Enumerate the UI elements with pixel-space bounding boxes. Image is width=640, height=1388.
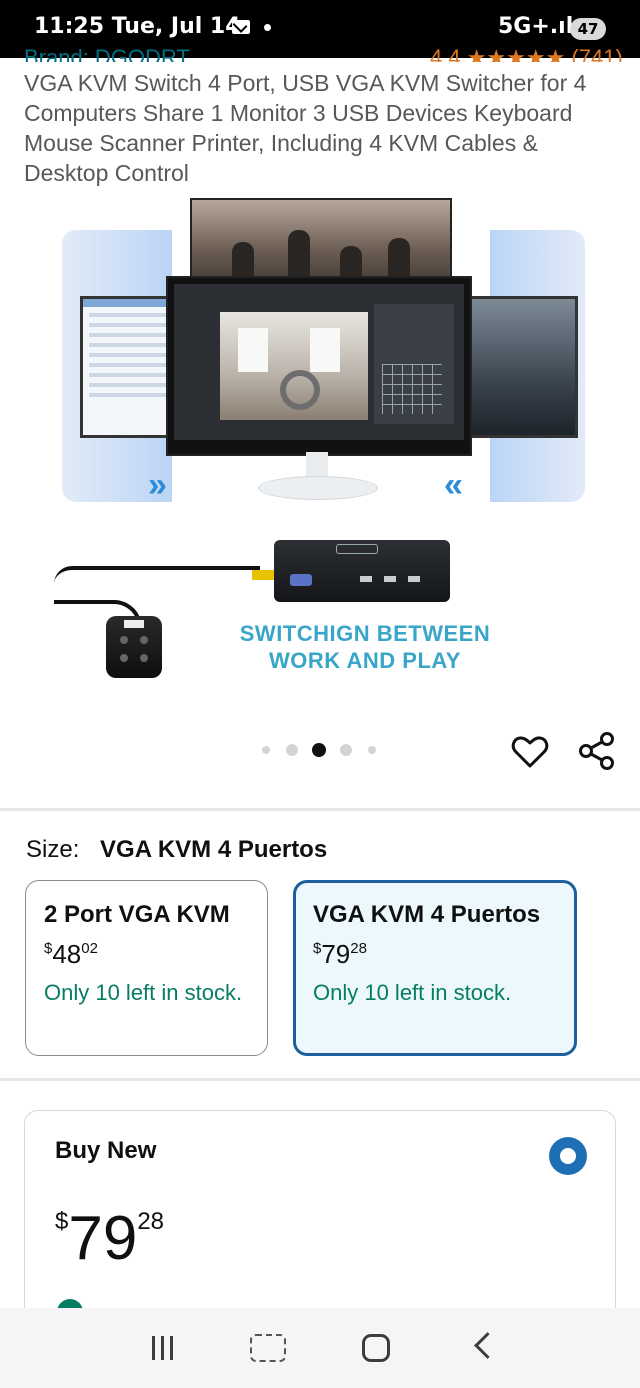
size-label: Size:	[26, 836, 80, 863]
recent-apps-icon[interactable]	[148, 1336, 178, 1360]
pager-dot-active[interactable]	[312, 743, 326, 757]
image-game-screen	[468, 296, 578, 438]
size-option-price: $4802	[44, 939, 98, 969]
rating-stars[interactable]: 4.4 ★★★★★ (741)	[430, 48, 623, 62]
network-signal: 5G+.ıl	[498, 14, 574, 39]
screenshot-capture-icon[interactable]	[250, 1334, 286, 1362]
buy-new-title: Buy New	[55, 1137, 157, 1164]
system-nav-bar	[0, 1308, 640, 1388]
size-option-stock: Only 10 left in stock.	[44, 980, 243, 1005]
image-monitor-base	[258, 476, 378, 500]
pager-dot[interactable]	[286, 744, 298, 756]
size-selector-label: Size: VGA KVM 4 Puertos	[26, 836, 327, 864]
buy-new-price: $7928	[55, 1204, 165, 1273]
size-option-name: 2 Port VGA KVM	[44, 901, 230, 928]
heart-icon[interactable]	[510, 732, 550, 772]
back-icon[interactable]	[474, 1332, 501, 1359]
status-time: 11:25 Tue, Jul 14	[34, 14, 241, 39]
image-monitor-stand	[306, 452, 328, 478]
pager-dot[interactable]	[340, 744, 352, 756]
battery-indicator: 47	[570, 18, 606, 40]
home-icon[interactable]	[362, 1334, 390, 1362]
size-option-price: $7928	[313, 939, 367, 969]
product-title: VGA KVM Switch 4 Port, USB VGA KVM Switc…	[24, 70, 587, 186]
section-divider	[0, 808, 640, 811]
share-icon[interactable]	[576, 730, 618, 772]
image-spreadsheet-screen	[80, 296, 178, 438]
size-selected-value: VGA KVM 4 Puertos	[100, 836, 328, 863]
image-caption: SWITCHIGN BETWEEN WORK AND PLAY	[239, 621, 491, 673]
pager-dot[interactable]	[368, 746, 376, 754]
mail-icon	[232, 20, 250, 34]
double-chevron-left-icon: «	[444, 466, 463, 504]
size-option-name: VGA KVM 4 Puertos	[313, 901, 541, 928]
size-option-stock: Only 10 left in stock.	[313, 980, 512, 1005]
buy-new-radio[interactable]	[549, 1137, 587, 1175]
image-desktop-controller	[106, 616, 162, 678]
section-divider	[0, 1078, 640, 1081]
size-option-2-port[interactable]: 2 Port VGA KVM $4802 Only 10 left in sto…	[25, 880, 268, 1056]
pager-dot[interactable]	[262, 746, 270, 754]
image-cable	[54, 566, 260, 584]
image-kvm-switch	[274, 540, 450, 602]
image-monitor	[166, 276, 472, 456]
notification-dot-icon	[264, 24, 271, 31]
image-connector	[252, 570, 276, 580]
product-image[interactable]: » « SWITCHIGN BETWEEN WORK AND PLAY	[0, 190, 640, 730]
double-chevron-right-icon: »	[148, 466, 167, 504]
size-option-4-puertos[interactable]: VGA KVM 4 Puertos $7928 Only 10 left in …	[293, 880, 577, 1056]
brand-link[interactable]: Brand: DGODRT	[24, 48, 190, 62]
